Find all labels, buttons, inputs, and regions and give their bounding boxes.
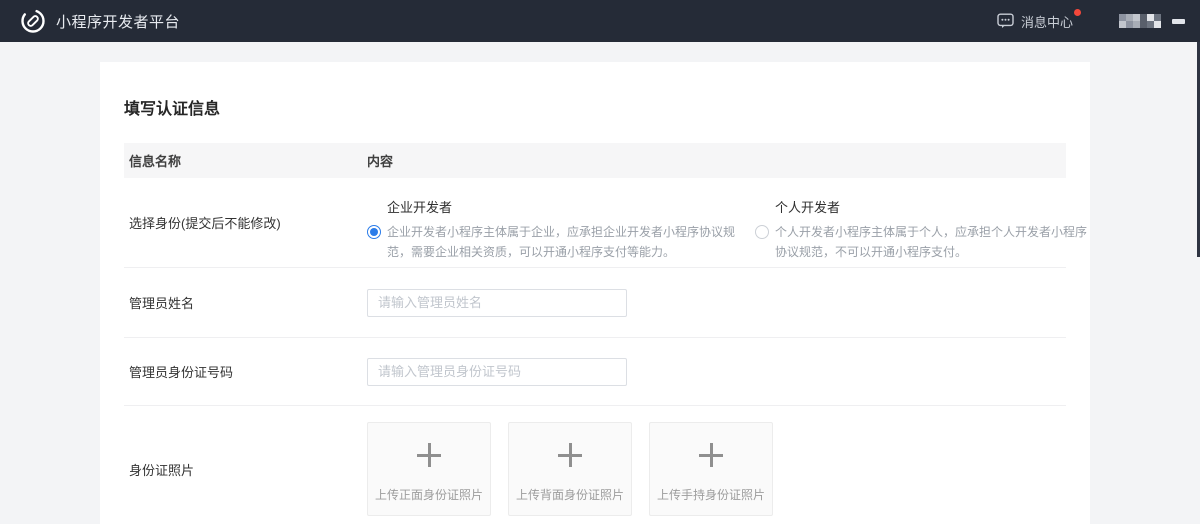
admin-name-row: 管理员姓名 [124,268,1066,338]
enterprise-radio-button[interactable] [367,225,381,239]
upload-handheld-id-label: 上传手持身份证照片 [650,486,772,503]
personal-radio-button[interactable] [755,225,769,239]
message-center-button[interactable]: 消息中心 [997,12,1073,31]
notification-badge [1074,9,1081,16]
certification-form-card: 填写认证信息 信息名称 内容 选择身份(提交后不能修改) 企业开发者 企业开发者… [100,62,1090,524]
upload-handheld-id-photo[interactable]: 上传手持身份证照片 [649,422,773,516]
top-header: 小程序开发者平台 消息中心 [0,0,1200,42]
app-brand[interactable]: 小程序开发者平台 [20,8,180,34]
personal-option-desc: 个人开发者小程序主体属于个人，应承担个人开发者小程序协议规范，不可以开通小程序支… [775,222,1091,262]
admin-id-row: 管理员身份证号码 [124,338,1066,406]
upload-front-id-photo[interactable]: 上传正面身份证照片 [367,422,491,516]
id-photos-row: 身份证照片 上传正面身份证照片 上传背面身份证照片 上传手持身份证照片 [124,406,1066,524]
admin-name-input[interactable] [367,289,627,317]
plus-icon [558,443,582,467]
upload-back-id-label: 上传背面身份证照片 [509,486,631,503]
app-logo-icon [20,8,46,34]
form-table-header: 信息名称 内容 [124,143,1066,178]
identity-row-label: 选择身份(提交后不能修改) [124,213,367,232]
enterprise-developer-option: 企业开发者 企业开发者小程序主体属于企业，应承担企业开发者小程序协议规范，需要企… [367,197,741,262]
enterprise-option-desc: 企业开发者小程序主体属于企业，应承担企业开发者小程序协议规范，需要企业相关资质，… [387,222,741,262]
plus-icon [417,443,441,467]
id-photos-label: 身份证照片 [124,460,367,479]
admin-name-label: 管理员姓名 [124,293,367,312]
admin-id-input[interactable] [367,358,627,386]
redacted-username-fragment [1172,19,1185,24]
plus-icon [699,443,723,467]
column-header-content: 内容 [367,151,393,170]
admin-id-label: 管理员身份证号码 [124,362,367,381]
enterprise-option-title: 企业开发者 [387,197,741,216]
redacted-username [1119,14,1161,28]
message-bubble-icon [997,13,1014,29]
upload-back-id-photo[interactable]: 上传背面身份证照片 [508,422,632,516]
upload-front-id-label: 上传正面身份证照片 [368,486,490,503]
page-title: 填写认证信息 [124,86,1066,119]
message-center-label: 消息中心 [1021,12,1073,31]
personal-option-title: 个人开发者 [775,197,1091,216]
app-title: 小程序开发者平台 [56,11,180,32]
personal-developer-option: 个人开发者 个人开发者小程序主体属于个人，应承担个人开发者小程序协议规范，不可以… [755,197,1091,262]
user-account-menu[interactable] [1119,14,1185,28]
column-header-name: 信息名称 [124,151,367,170]
identity-row: 选择身份(提交后不能修改) 企业开发者 企业开发者小程序主体属于企业，应承担企业… [124,178,1066,268]
